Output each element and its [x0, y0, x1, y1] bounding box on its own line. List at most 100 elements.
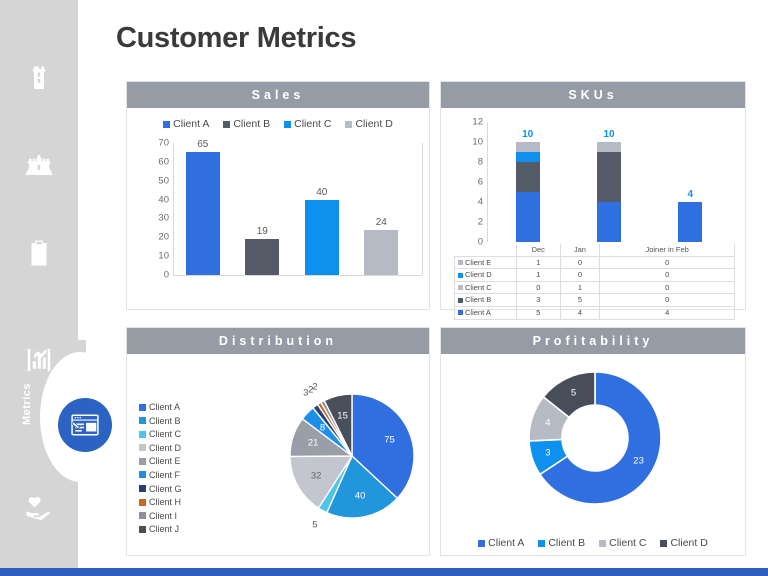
sales-legend-item[interactable]: Client A: [163, 118, 209, 130]
legend-label: Client I: [149, 510, 178, 521]
panel-skus: SKUs 0 2 4 6 8 10 12 10 10 4 Dec Jan Joiner in Feb C…: [440, 81, 746, 320]
skus-table-col-header: Dec: [516, 244, 561, 257]
sales-legend-item[interactable]: Client B: [223, 118, 270, 130]
legend-label: Client C: [294, 118, 332, 130]
legend-swatch-icon: [139, 498, 146, 506]
sales-bar[interactable]: [185, 152, 220, 275]
sales-legend: Client A Client B Client C Client D: [127, 118, 429, 130]
distribution-legend-item[interactable]: Client B: [139, 416, 182, 426]
legend-label: Client J: [149, 524, 180, 535]
clipboard-icon[interactable]: [22, 236, 56, 270]
sales-y-tick: 50: [158, 175, 169, 187]
sales-y-tick: 60: [158, 156, 169, 168]
panel-sales: Sales Client A Client B Client C Client D 0…: [126, 81, 430, 310]
skus-stack-segment: [515, 152, 540, 162]
presentation-window-icon[interactable]: [58, 398, 112, 452]
sales-x-axis: [173, 275, 422, 276]
skus-stack-segment: [597, 202, 621, 242]
profitability-slice-label: 23: [633, 455, 644, 467]
distribution-legend-item[interactable]: Client G: [139, 484, 182, 494]
legend-label: Client A: [149, 402, 181, 412]
legend-label: Client A: [488, 537, 525, 549]
table-swatch-icon: [458, 297, 463, 303]
skus-table-corner: [454, 244, 517, 257]
legend-swatch-icon: [139, 471, 146, 479]
legend-swatch-icon: [163, 120, 171, 128]
profitability-slice-label: 5: [570, 387, 577, 399]
distribution-legend-item[interactable]: Client A: [139, 402, 182, 412]
bottom-accent-bar: [0, 568, 768, 576]
distribution-legend: Client A Client B Client C Client D Client E…: [139, 402, 182, 538]
legend-label: Client A: [173, 118, 210, 130]
skus-table-cell: 5: [559, 293, 601, 307]
sales-y-tick: 20: [158, 231, 169, 243]
legend-label: Client E: [149, 456, 181, 467]
sales-y-tick: 30: [158, 212, 169, 224]
skus-stacked-bar[interactable]: [597, 142, 621, 242]
skus-table-cell: 0: [599, 280, 735, 295]
legend-label: Client B: [149, 415, 181, 426]
skus-table-cell: 0: [559, 255, 601, 270]
legend-label: Client C: [149, 429, 182, 440]
sales-bar[interactable]: [245, 239, 280, 275]
profitability-legend: Client A Client B Client C Client D: [441, 537, 745, 549]
panel-profitability-title: Profitability: [441, 328, 745, 354]
distribution-legend-item[interactable]: Client E: [139, 456, 182, 466]
sales-chart: Client A Client B Client C Client D 0 10 20 30…: [127, 108, 429, 311]
sales-bar[interactable]: [304, 199, 339, 275]
skus-table-row-header: Client A: [454, 305, 517, 320]
skus-stack-segment: [515, 192, 540, 242]
profitability-legend-item[interactable]: Client D: [660, 537, 708, 549]
skus-data-table: Dec Jan Joiner in Feb Client E 1 0 0 Client D10…: [454, 244, 735, 320]
distribution-legend-item[interactable]: Client C: [139, 429, 182, 439]
legend-swatch-icon: [599, 539, 607, 547]
distribution-pie-svg: [289, 393, 415, 519]
distribution-legend-item[interactable]: Client J: [139, 524, 182, 534]
skus-total-label: 4: [687, 189, 694, 200]
sales-bar[interactable]: [364, 229, 399, 275]
legend-label: Client D: [670, 537, 708, 549]
table-row-label: Client C: [465, 282, 492, 292]
legend-swatch-icon: [139, 417, 146, 425]
skus-y-tick: 6: [477, 176, 483, 188]
legend-label: Client G: [149, 483, 182, 494]
skus-stacked-bar[interactable]: [678, 202, 703, 242]
profitability-legend-item[interactable]: Client B: [538, 537, 585, 549]
skus-table-col-header: Joiner in Feb: [599, 244, 735, 257]
skus-stack-segment: [515, 142, 540, 152]
profitability-legend-item[interactable]: Client A: [478, 537, 524, 549]
legend-label: Client C: [609, 537, 647, 549]
legend-label: Client H: [149, 497, 182, 508]
skus-table-cell: 1: [559, 280, 601, 295]
distribution-legend-item[interactable]: Client D: [139, 443, 182, 453]
legend-swatch-icon: [139, 512, 146, 520]
skus-stacked-bar[interactable]: [515, 142, 540, 242]
tower-icon[interactable]: [22, 62, 56, 96]
sales-bar-label: 24: [375, 216, 387, 228]
distribution-legend-item[interactable]: Client I: [139, 511, 182, 521]
legend-label: Client D: [149, 442, 182, 453]
castle-icon[interactable]: [22, 148, 56, 182]
skus-table-row: Client A544: [454, 305, 735, 320]
skus-chart: 0 2 4 6 8 10 12 10 10 4 Dec Jan Joiner in Feb Client…: [441, 108, 745, 320]
skus-table-row: Client C 010: [454, 280, 735, 295]
sales-bar-label: 19: [256, 226, 268, 238]
skus-table-cell: 0: [559, 268, 601, 282]
legend-swatch-icon: [139, 525, 146, 533]
distribution-legend-item[interactable]: Client H: [139, 497, 182, 507]
skus-table-cell: 1: [516, 268, 561, 282]
skus-y-tick: 10: [472, 136, 483, 148]
hand-heart-icon[interactable]: [22, 492, 56, 526]
sales-plot-area: 0 10 20 30 40 50 60 70 65 19 40 24: [158, 138, 411, 281]
distribution-legend-item[interactable]: Client F: [139, 470, 182, 480]
sales-legend-item[interactable]: Client C: [284, 118, 331, 130]
sales-legend-item[interactable]: Client D: [345, 118, 393, 130]
sales-bar-label: 65: [197, 139, 209, 151]
sidebar: Metrics: [0, 0, 120, 568]
panel-skus-title: SKUs: [441, 82, 745, 108]
skus-table-cell: 3: [516, 293, 561, 307]
skus-table-cell: 5: [516, 305, 561, 320]
profitability-donut: 23 3 4 5: [525, 368, 665, 508]
legend-swatch-icon: [284, 120, 292, 128]
profitability-legend-item[interactable]: Client C: [599, 537, 646, 549]
